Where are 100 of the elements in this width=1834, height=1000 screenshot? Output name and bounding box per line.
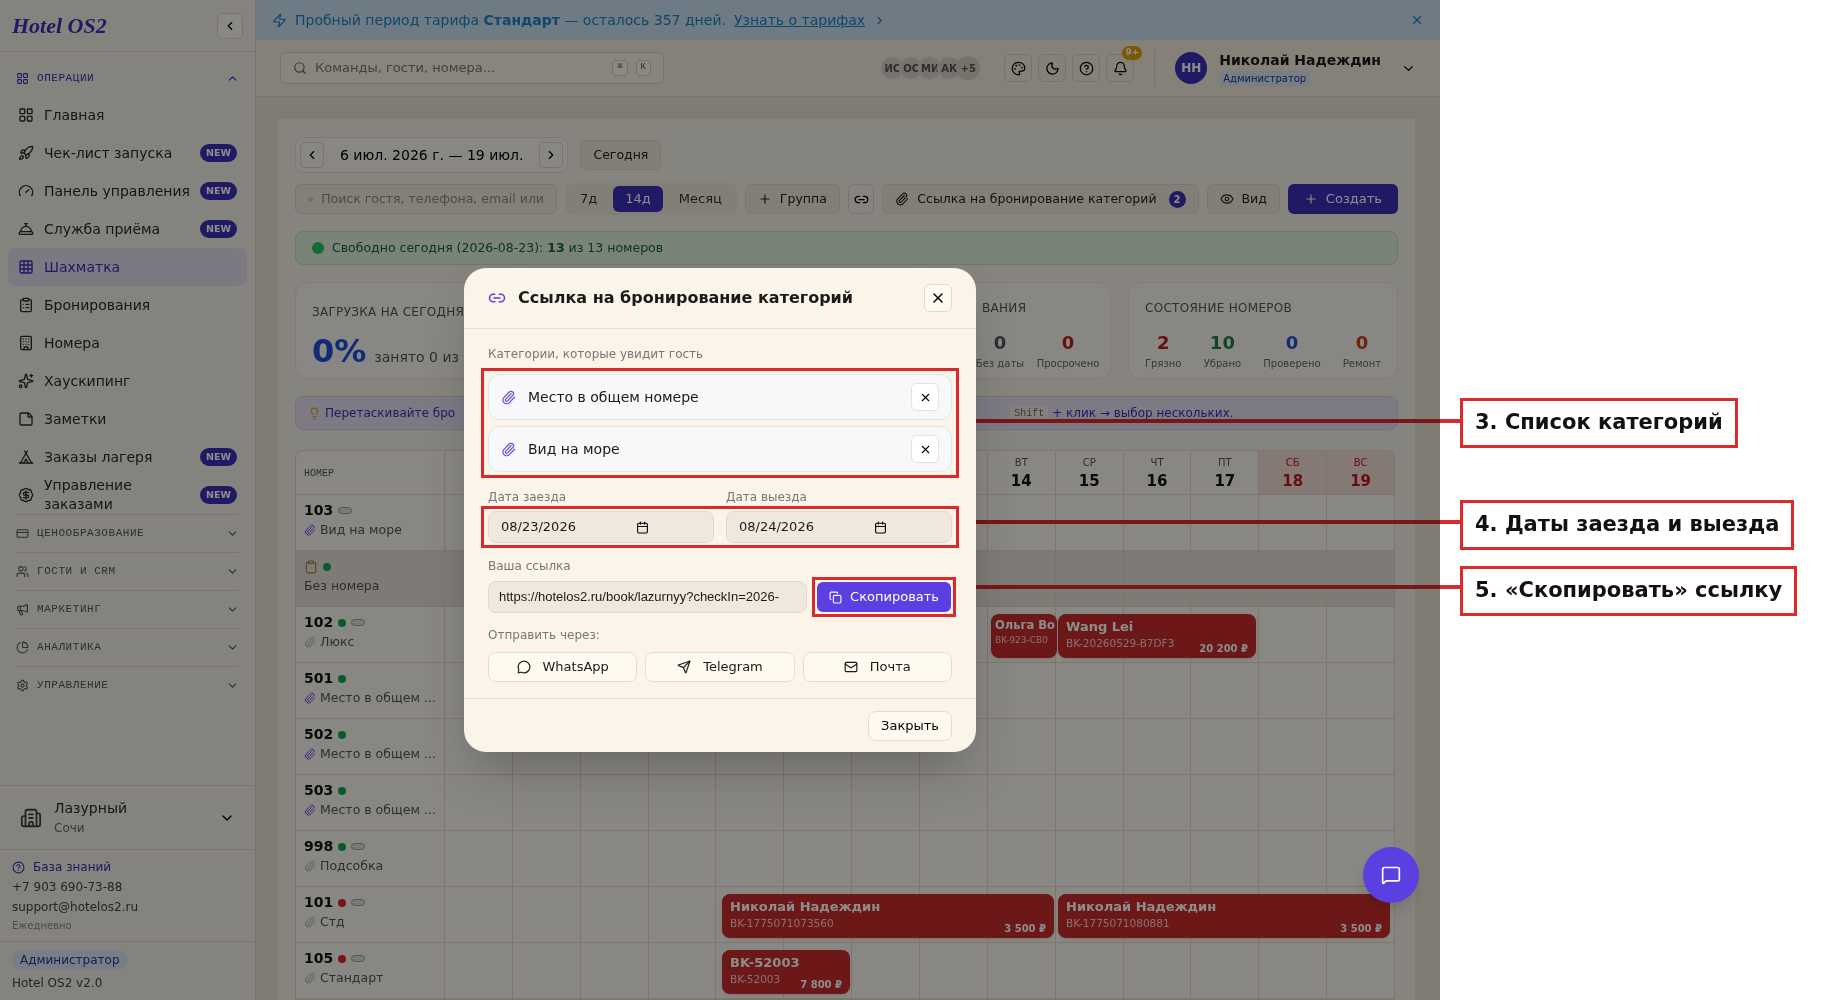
user-avatar[interactable]: НН: [1175, 52, 1208, 84]
previous-period-button[interactable]: [300, 142, 324, 168]
nav-group-header[interactable]: ЦЕНООБРАЗОВАНИЕ: [16, 515, 239, 552]
nav-item[interactable]: Заказы лагеря NEW: [8, 438, 247, 476]
more-users-count: +5: [956, 56, 981, 80]
booking-guest: Wang Lei: [1066, 618, 1134, 636]
today-button[interactable]: Сегодня: [580, 140, 662, 170]
version-text: Hotel OS2 v2.0: [12, 975, 103, 992]
nav-icon: [18, 221, 34, 237]
category-link-button[interactable]: Ссылка на бронирование категорий 2: [882, 184, 1199, 214]
share-button[interactable]: Telegram: [645, 652, 795, 682]
remove-button[interactable]: [911, 435, 939, 463]
trial-banner-text: Пробный период тарифа Стандарт — осталось 357 дней.: [295, 10, 726, 30]
copy-link-button[interactable]: [847, 184, 875, 214]
nav-group-header[interactable]: МАРКЕТИНГ: [16, 591, 239, 628]
nav-group-header[interactable]: ОПЕРАЦИИ: [8, 60, 247, 96]
booking-bar[interactable]: BK-52003 BK-52003 7 800 ₽: [722, 950, 850, 994]
new-badge: NEW: [200, 447, 237, 467]
share-button[interactable]: WhatsApp: [488, 652, 638, 682]
period-tab[interactable]: Месяц: [666, 186, 734, 212]
booking-guest: Николай Надеждин: [1066, 898, 1217, 916]
date-field[interactable]: 08/23/2026: [488, 511, 714, 543]
dark-mode-button[interactable]: [1038, 54, 1067, 82]
theme-palette-button[interactable]: [1004, 54, 1033, 82]
nav-item[interactable]: Служба приёма NEW: [8, 210, 247, 248]
link-field[interactable]: https://hotelos2.ru/book/lazurnyy?checkIn=2026-: [488, 581, 808, 613]
bell-icon: [1112, 60, 1128, 76]
count-badge: 2: [1168, 190, 1186, 208]
nav-item[interactable]: Управление заказами NEW: [8, 476, 247, 514]
booking-bar[interactable]: Николай Надеждин BK-1775071080881 3 500 ₽: [1058, 894, 1390, 938]
close-icon: [1410, 13, 1424, 27]
nav-group-header[interactable]: УПРАВЛЕНИЕ: [16, 667, 239, 704]
calendar-icon: [635, 520, 649, 534]
command-search-field[interactable]: Команды, гости, номера... ⌘ K: [280, 52, 664, 84]
nav-item[interactable]: Чек-лист запуска NEW: [8, 134, 247, 172]
booking-bar[interactable]: Wang Lei BK-20260529-B7DF3 20 200 ₽: [1058, 614, 1256, 658]
knowledge-base-link[interactable]: База знаний: [33, 858, 112, 876]
date-range-text: 6 июл. 2026 г. — 19 июл.: [339, 145, 525, 165]
nav-item[interactable]: Номера: [8, 324, 247, 362]
chat-bubble-icon: [516, 660, 531, 674]
room-category: Люкс: [320, 633, 355, 651]
room-number: 503: [304, 781, 334, 801]
new-badge: NEW: [200, 485, 237, 505]
stat-value: 2: [1156, 330, 1170, 355]
day-header: ВТ 14: [986, 451, 1055, 494]
palette-icon: [1010, 60, 1026, 76]
stat-value: 0: [1355, 330, 1369, 355]
nav-group-header[interactable]: АНАЛИТИКА: [16, 629, 239, 666]
room-number: 103: [304, 501, 334, 521]
room-number: 101: [304, 893, 334, 913]
nav-item[interactable]: Главная: [8, 96, 247, 134]
nav-icon: [18, 297, 34, 313]
copy-button[interactable]: Скопировать: [817, 582, 951, 612]
calendar-icon: [873, 520, 887, 534]
pricing-link[interactable]: Узнать о тарифах: [733, 9, 866, 31]
room-category: Стандарт: [320, 969, 384, 987]
share-button[interactable]: Почта: [802, 652, 952, 682]
day-header: СР 15: [1054, 451, 1123, 494]
send-icon: [677, 660, 692, 674]
column-header: НОМЕР: [304, 468, 334, 479]
period-tab[interactable]: 7д: [568, 186, 610, 212]
remove-button[interactable]: [911, 383, 939, 411]
nav-item[interactable]: Панель управления NEW: [8, 172, 247, 210]
category-name: Вид на море: [528, 439, 621, 459]
close-button[interactable]: [924, 284, 952, 312]
nav-group-header[interactable]: ГОСТИ И CRM: [16, 553, 239, 590]
close-dialog-button[interactable]: Закрыть: [868, 710, 952, 741]
create-button[interactable]: Создать: [1287, 184, 1398, 214]
dialog-title: Ссылка на бронирование категорий: [518, 287, 854, 309]
user-role-badge: Администратор: [1219, 71, 1311, 86]
lightbulb-icon: [308, 406, 321, 420]
period-tab[interactable]: 14д: [613, 186, 663, 212]
group-button[interactable]: Группа: [744, 184, 840, 214]
stat-label: Грязно: [1145, 356, 1182, 371]
building-icon: [20, 806, 42, 829]
booking-code: BK-52003: [730, 972, 781, 988]
booking-bar[interactable]: Николай Надеждин BK-1775071073560 3 500 ₽: [722, 894, 1054, 938]
room-category: Без номера: [304, 577, 380, 595]
nav-item[interactable]: Шахматка: [8, 248, 247, 286]
field-label: Дата заезда: [488, 489, 568, 506]
clipboard-icon: [304, 560, 318, 574]
field-label: Дата выезда: [726, 489, 808, 506]
app-logo: Hotel OS2: [12, 12, 107, 40]
booking-price: 3 500 ₽: [1004, 922, 1046, 936]
stat-value: 0: [1285, 330, 1299, 355]
day-header: ВС 19: [1326, 451, 1395, 494]
next-period-button[interactable]: [539, 142, 564, 168]
plus-icon: [1303, 192, 1318, 206]
nav-icon: [18, 107, 34, 123]
paperclip-icon: [501, 441, 516, 457]
booking-bar[interactable]: Ольга Во BK-923-CB0: [991, 614, 1057, 658]
help-button[interactable]: [1072, 54, 1101, 82]
date-field[interactable]: 08/24/2026: [726, 511, 952, 543]
nav-icon: [18, 449, 34, 465]
room-number: 105: [304, 949, 334, 969]
room-number: 502: [304, 725, 334, 745]
nav-item[interactable]: Хаускипинг: [8, 362, 247, 400]
nav-item[interactable]: Бронирования: [8, 286, 247, 324]
nav-item[interactable]: Заметки: [8, 400, 247, 438]
view-button[interactable]: Вид: [1206, 184, 1280, 214]
